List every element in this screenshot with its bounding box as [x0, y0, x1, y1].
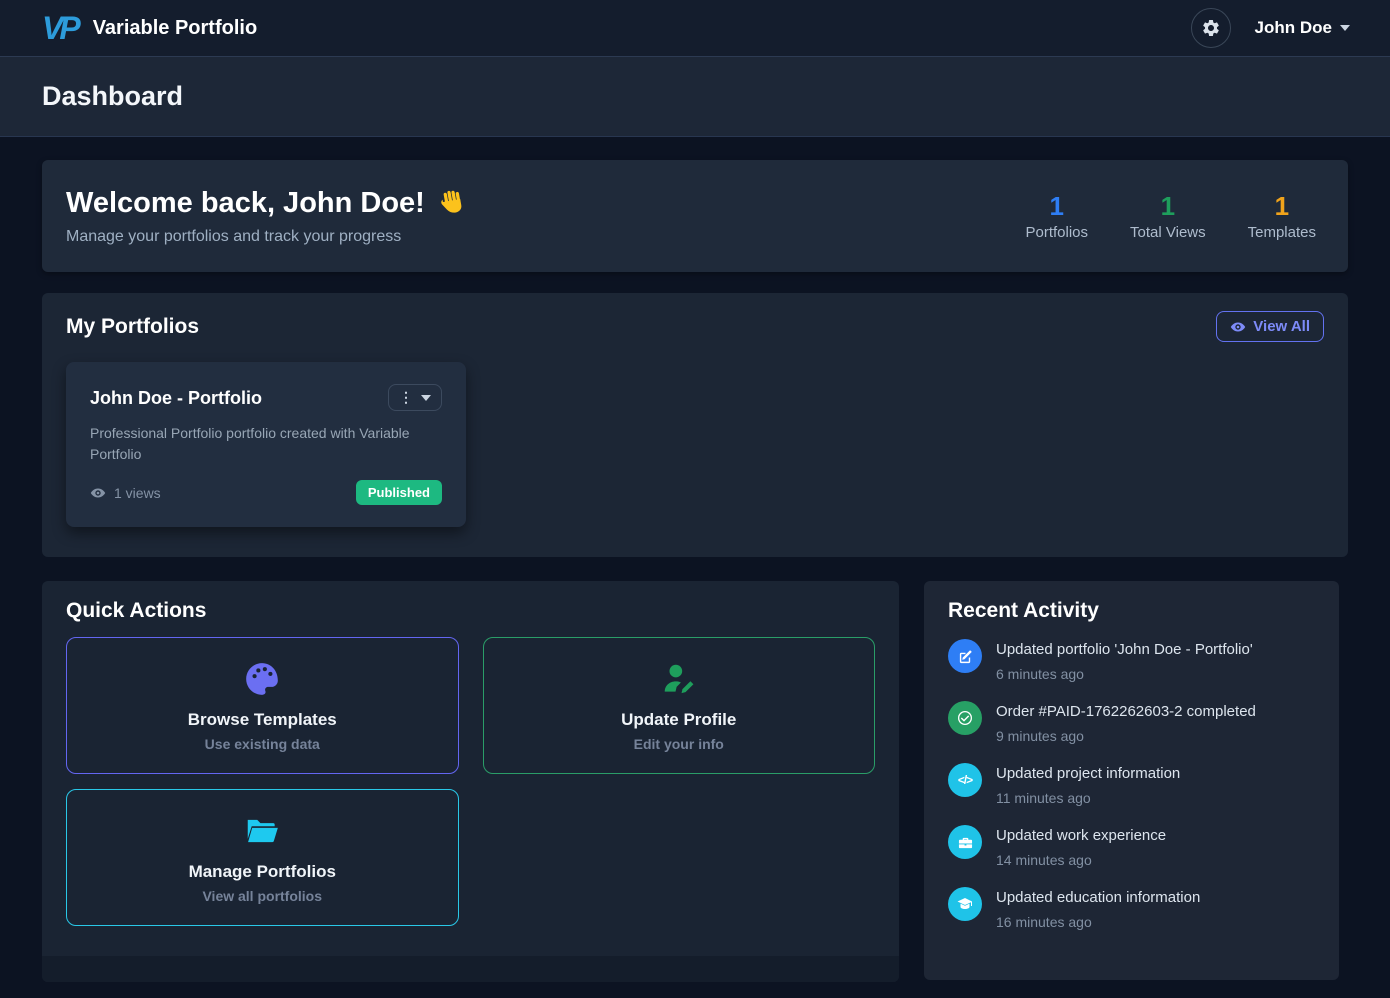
welcome-card: Welcome back, John Doe! Manage your port…: [42, 160, 1348, 272]
pencil-square-icon: [948, 639, 982, 673]
my-portfolios-title: My Portfolios: [66, 315, 199, 339]
gear-icon: [1201, 18, 1221, 38]
activity-item: Updated work experience 14 minutes ago: [948, 825, 1315, 868]
graduation-cap-icon: [948, 887, 982, 921]
activity-item: </> Updated project information 11 minut…: [948, 763, 1315, 806]
update-profile-label: Update Profile: [621, 710, 736, 730]
manage-portfolios-sublabel: View all portfolios: [202, 888, 322, 904]
activity-text: Order #PAID-1762262603-2 completed: [996, 701, 1256, 720]
portfolio-card[interactable]: John Doe - Portfolio ⋮ Professional Port…: [66, 362, 466, 527]
manage-portfolios-label: Manage Portfolios: [189, 862, 336, 882]
recent-activity-title: Recent Activity: [948, 599, 1315, 623]
stats-row: 1 Portfolios 1 Total Views 1 Templates: [1026, 191, 1317, 241]
status-badge: Published: [356, 480, 442, 505]
stat-total-views-label: Total Views: [1130, 224, 1206, 241]
welcome-text: Welcome back, John Doe! Manage your port…: [66, 187, 467, 246]
stat-portfolios-value: 1: [1026, 191, 1089, 222]
stat-portfolios-label: Portfolios: [1026, 224, 1089, 241]
portfolio-description: Professional Portfolio portfolio created…: [90, 423, 420, 465]
app-logo-icon: VP: [42, 12, 83, 44]
quick-actions-grid: Browse Templates Use existing data Updat…: [42, 623, 899, 926]
my-portfolios-panel: My Portfolios View All John Doe - Portfo…: [42, 293, 1348, 557]
view-all-label: View All: [1253, 318, 1310, 335]
manage-portfolios-button[interactable]: Manage Portfolios View all portfolios: [66, 789, 459, 926]
stat-total-views: 1 Total Views: [1130, 191, 1206, 241]
view-all-button[interactable]: View All: [1216, 311, 1324, 342]
chevron-down-icon: [1340, 25, 1350, 31]
activity-text: Updated education information: [996, 887, 1200, 906]
update-profile-sublabel: Edit your info: [634, 736, 724, 752]
stat-total-views-value: 1: [1130, 191, 1206, 222]
activity-time: 11 minutes ago: [996, 790, 1180, 806]
quick-actions-title: Quick Actions: [42, 599, 899, 623]
palette-icon: [243, 660, 281, 698]
folder-open-icon: [243, 812, 281, 850]
welcome-subtitle: Manage your portfolios and track your pr…: [66, 228, 467, 246]
activity-item: Updated portfolio 'John Doe - Portfolio'…: [948, 639, 1315, 682]
page-title: Dashboard: [42, 81, 183, 112]
activity-text: Updated portfolio 'John Doe - Portfolio': [996, 639, 1253, 658]
page-header: Dashboard: [0, 57, 1390, 137]
main-content: Welcome back, John Doe! Manage your port…: [0, 137, 1390, 982]
activity-list: Updated portfolio 'John Doe - Portfolio'…: [948, 639, 1315, 930]
code-icon: </>: [948, 763, 982, 797]
activity-text: Updated project information: [996, 763, 1180, 782]
activity-item: Updated education information 16 minutes…: [948, 887, 1315, 930]
stat-portfolios: 1 Portfolios: [1026, 191, 1089, 241]
browse-templates-sublabel: Use existing data: [205, 736, 320, 752]
recent-activity-panel: Recent Activity Updated portfolio 'John …: [924, 581, 1339, 980]
navbar: VP Variable Portfolio John Doe: [0, 0, 1390, 57]
views-count: 1 views: [114, 485, 161, 501]
portfolio-views: 1 views: [90, 485, 161, 501]
portfolio-menu-button[interactable]: ⋮: [388, 384, 442, 411]
navbar-right: John Doe: [1191, 8, 1350, 48]
brand[interactable]: VP Variable Portfolio: [42, 12, 257, 44]
activity-time: 9 minutes ago: [996, 728, 1256, 744]
stat-templates: 1 Templates: [1248, 191, 1316, 241]
briefcase-icon: [948, 825, 982, 859]
portfolio-title: John Doe - Portfolio: [90, 384, 262, 409]
user-menu[interactable]: John Doe: [1255, 18, 1350, 38]
eye-icon: [90, 485, 106, 501]
activity-text: Updated work experience: [996, 825, 1166, 844]
browse-templates-label: Browse Templates: [188, 710, 337, 730]
person-edit-icon: [660, 660, 698, 698]
activity-time: 6 minutes ago: [996, 666, 1253, 682]
stat-templates-value: 1: [1248, 191, 1316, 222]
settings-button[interactable]: [1191, 8, 1231, 48]
welcome-title: Welcome back, John Doe!: [66, 187, 425, 220]
update-profile-button[interactable]: Update Profile Edit your info: [483, 637, 876, 774]
brand-name: Variable Portfolio: [93, 17, 257, 40]
browse-templates-button[interactable]: Browse Templates Use existing data: [66, 637, 459, 774]
stat-templates-label: Templates: [1248, 224, 1316, 241]
quick-actions-panel: Quick Actions Browse Templates Use exist…: [42, 581, 899, 982]
check-circle-icon: [948, 701, 982, 735]
quick-actions-footer: [42, 956, 899, 982]
eye-icon: [1230, 319, 1246, 335]
activity-time: 14 minutes ago: [996, 852, 1166, 868]
activity-time: 16 minutes ago: [996, 914, 1200, 930]
waving-hand-icon: [434, 186, 469, 221]
user-name: John Doe: [1255, 18, 1332, 38]
kebab-icon: ⋮: [399, 389, 413, 406]
activity-item: Order #PAID-1762262603-2 completed 9 min…: [948, 701, 1315, 744]
chevron-down-icon: [421, 395, 431, 401]
